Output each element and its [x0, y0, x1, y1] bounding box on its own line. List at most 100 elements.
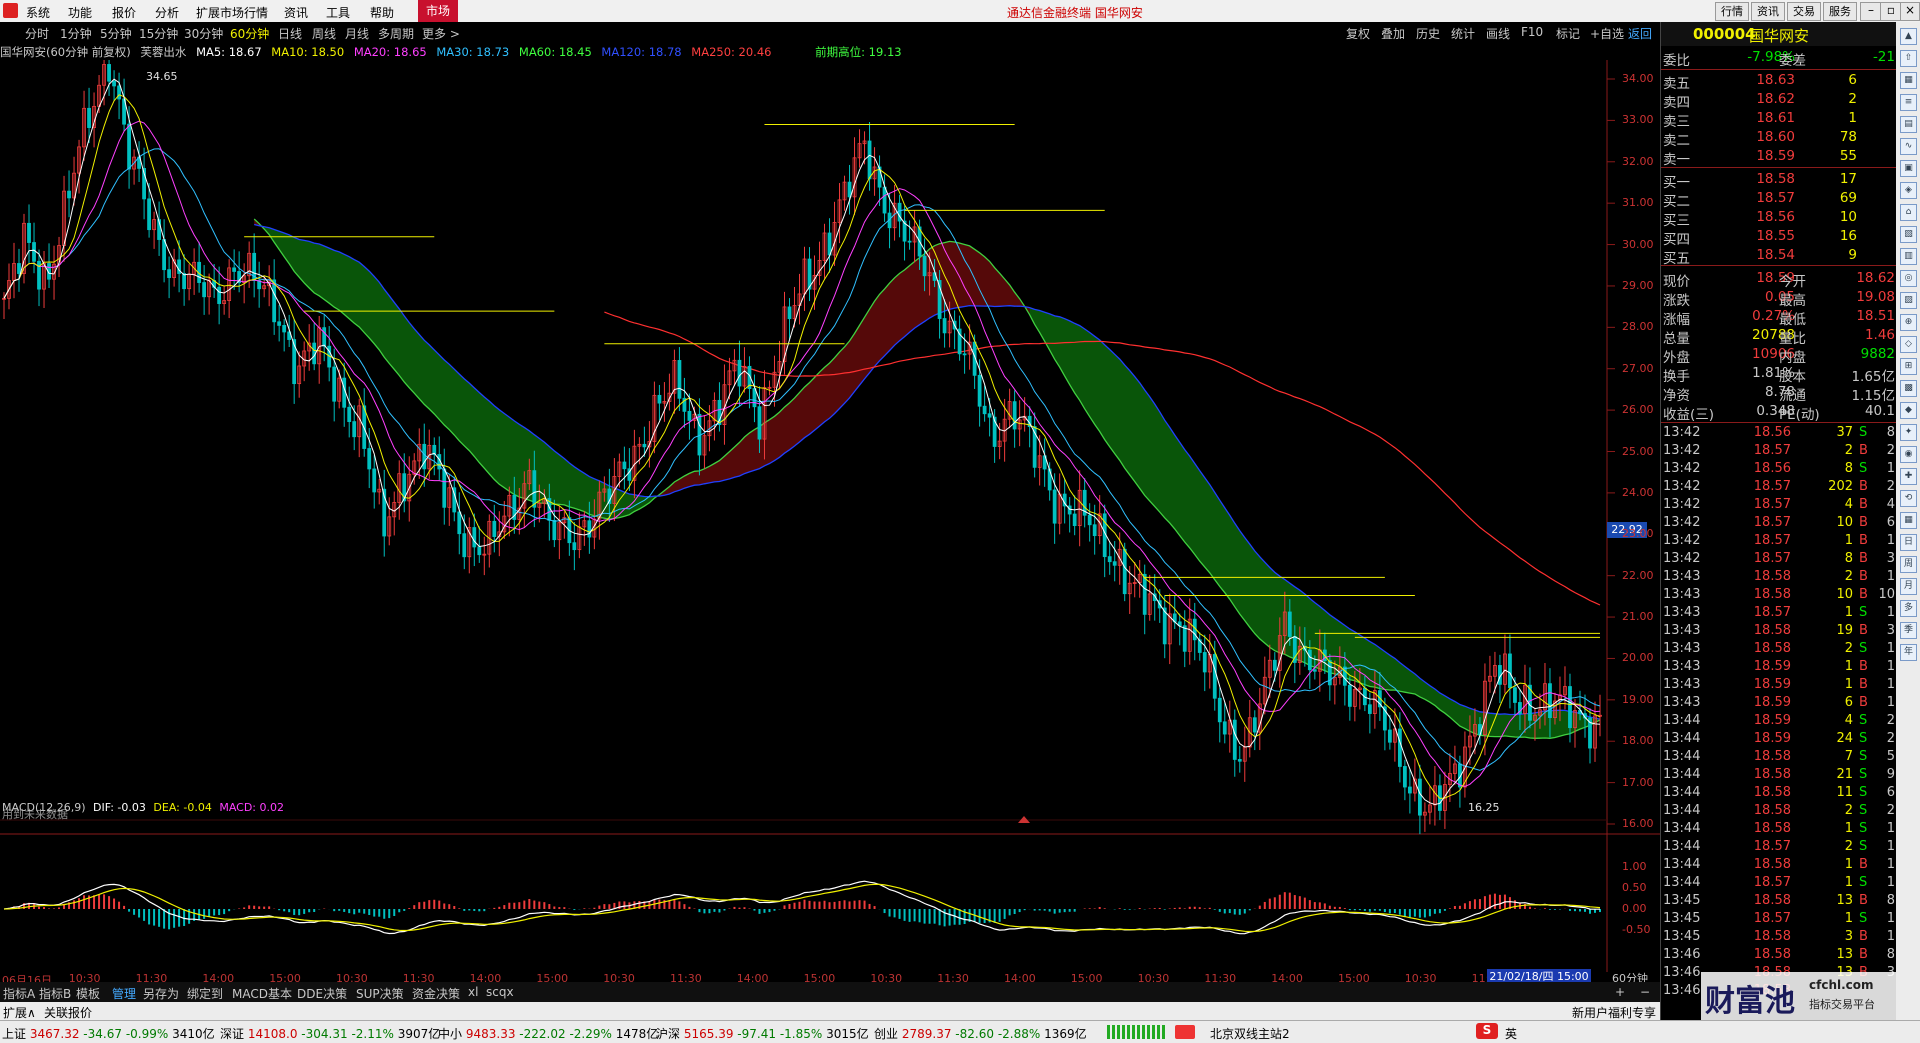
kline-chart[interactable]	[0, 60, 1660, 972]
index-quote[interactable]: 上证 3467.32 -34.67 -0.99% 3410亿	[2, 1025, 215, 1042]
toolbar-tool-icon[interactable]: ◆	[1900, 402, 1917, 419]
toolbar-tool-icon[interactable]: ▧	[1900, 226, 1917, 243]
toolbar-tool-icon[interactable]: ≡	[1900, 94, 1917, 111]
period-more[interactable]: 更多 >	[422, 25, 460, 42]
tab-scqx[interactable]: scqx	[486, 985, 514, 999]
tab-bind-to[interactable]: 绑定到	[187, 985, 223, 1002]
toolbar-tool-icon[interactable]: ▨	[1900, 292, 1917, 309]
bid-row[interactable]: 买二 18.57 69	[1661, 190, 1897, 210]
indicator-name[interactable]: 芙蓉出水	[140, 45, 186, 59]
related-quote-link[interactable]: 关联报价	[44, 1004, 92, 1021]
macd-title[interactable]: MACD(12,26,9)	[2, 801, 86, 814]
tool-restore-rights[interactable]: 复权	[1346, 25, 1370, 42]
ime-mode[interactable]: 英	[1505, 1025, 1517, 1042]
tool-f10[interactable]: F10	[1521, 25, 1543, 39]
index-quote[interactable]: 中小 9483.33 -222.02 -2.29% 1478亿	[438, 1025, 658, 1042]
tab-dde[interactable]: DDE决策	[297, 985, 347, 1002]
tool-history[interactable]: 历史	[1416, 25, 1440, 42]
tool-draw-line[interactable]: 画线	[1486, 25, 1510, 42]
toolbar-tool-icon[interactable]: 日	[1900, 534, 1917, 551]
close-icon[interactable]: ×	[1900, 2, 1920, 21]
toolbar-tool-icon[interactable]: ▩	[1900, 380, 1917, 397]
toolbar-tool-icon[interactable]: ◉	[1900, 446, 1917, 463]
ime-logo-icon[interactable]: S	[1476, 1023, 1498, 1039]
period-60min[interactable]: 60分钟	[230, 25, 269, 42]
market-button[interactable]: 市场	[418, 0, 458, 22]
menu-item-quote[interactable]: 报价	[112, 4, 136, 21]
ask-row[interactable]: 卖五 18.63 6	[1661, 72, 1897, 92]
news-button[interactable]: 资讯	[1751, 2, 1785, 21]
toolbar-tool-icon[interactable]: 季	[1900, 622, 1917, 639]
toolbar-tool-icon[interactable]: ▲	[1900, 28, 1917, 45]
alert-icon[interactable]	[1175, 1025, 1195, 1039]
toolbar-tool-icon[interactable]: ◇	[1900, 336, 1917, 353]
period-week[interactable]: 周线	[312, 25, 336, 42]
toolbar-tool-icon[interactable]: ⊕	[1900, 314, 1917, 331]
tool-statistics[interactable]: 统计	[1451, 25, 1475, 42]
menu-item-help[interactable]: 帮助	[370, 4, 394, 21]
toolbar-tool-icon[interactable]: ∿	[1900, 138, 1917, 155]
period-timeshare[interactable]: 分时	[25, 25, 49, 42]
toolbar-tool-icon[interactable]: ▤	[1900, 116, 1917, 133]
bid-row[interactable]: 买一 18.58 17	[1661, 171, 1897, 191]
toolbar-tool-icon[interactable]: ▦	[1900, 512, 1917, 529]
toolbar-tool-icon[interactable]: ◎	[1900, 270, 1917, 287]
server-name[interactable]: 北京双线主站2	[1210, 1025, 1290, 1042]
tool-mark[interactable]: 标记	[1556, 25, 1580, 42]
zoom-in-button[interactable]: +	[1615, 985, 1625, 999]
tab-template[interactable]: 模板	[76, 985, 100, 1002]
tab-xl[interactable]: xl	[468, 985, 478, 999]
quote-button[interactable]: 行情	[1715, 2, 1749, 21]
tab-sup[interactable]: SUP决策	[356, 985, 404, 1002]
toolbar-tool-icon[interactable]: 多	[1900, 600, 1917, 617]
tool-back[interactable]: 返回	[1628, 25, 1652, 42]
toolbar-tool-icon[interactable]: 周	[1900, 556, 1917, 573]
menu-item-news[interactable]: 资讯	[284, 4, 308, 21]
toolbar-tool-icon[interactable]: 月	[1900, 578, 1917, 595]
trade-button[interactable]: 交易	[1787, 2, 1821, 21]
period-month[interactable]: 月线	[345, 25, 369, 42]
toolbar-tool-icon[interactable]: ▦	[1900, 72, 1917, 89]
menu-item-function[interactable]: 功能	[68, 4, 92, 21]
zoom-out-button[interactable]: −	[1640, 985, 1650, 999]
period-15min[interactable]: 15分钟	[139, 25, 178, 42]
bid-row[interactable]: 买五 18.54 9	[1661, 247, 1897, 267]
toolbar-tool-icon[interactable]: ⟲	[1900, 490, 1917, 507]
ask-row[interactable]: 卖一 18.59 55	[1661, 148, 1897, 168]
minimize-icon[interactable]: –	[1860, 2, 1882, 21]
menu-item-tools[interactable]: 工具	[326, 4, 350, 21]
menu-item-system[interactable]: 系统	[26, 4, 50, 21]
tool-overlay[interactable]: 叠加	[1381, 25, 1405, 42]
toolbar-tool-icon[interactable]: 年	[1900, 644, 1917, 661]
menu-item-extended-market[interactable]: 扩展市场行情	[196, 4, 268, 21]
tab-indicator-a[interactable]: 指标A	[3, 985, 35, 1002]
index-quote[interactable]: 深证 14108.0 -304.31 -2.11% 3907亿	[220, 1025, 440, 1042]
maximize-icon[interactable]: ▫	[1880, 2, 1902, 21]
toolbar-tool-icon[interactable]: ✚	[1900, 468, 1917, 485]
toolbar-tool-icon[interactable]: ⇧	[1900, 50, 1917, 67]
expand-toggle[interactable]: 扩展∧	[3, 1004, 36, 1021]
menu-item-analysis[interactable]: 分析	[155, 4, 179, 21]
period-1min[interactable]: 1分钟	[60, 25, 92, 42]
tool-add-watchlist[interactable]: +自选	[1590, 25, 1624, 42]
ask-row[interactable]: 卖二 18.60 78	[1661, 129, 1897, 149]
toolbar-tool-icon[interactable]: ✦	[1900, 424, 1917, 441]
ask-row[interactable]: 卖四 18.62 2	[1661, 91, 1897, 111]
toolbar-tool-icon[interactable]: ▥	[1900, 248, 1917, 265]
period-day[interactable]: 日线	[278, 25, 302, 42]
service-button[interactable]: 服务	[1823, 2, 1857, 21]
tab-indicator-b[interactable]: 指标B	[39, 985, 71, 1002]
period-multi[interactable]: 多周期	[378, 25, 414, 42]
tab-save-as[interactable]: 另存为	[143, 985, 179, 1002]
toolbar-tool-icon[interactable]: ⌂	[1900, 204, 1917, 221]
bid-row[interactable]: 买四 18.55 16	[1661, 228, 1897, 248]
new-user-notice[interactable]: 新用户福利专享	[1572, 1004, 1656, 1021]
index-quote[interactable]: 沪深 5165.39 -97.41 -1.85% 3015亿	[656, 1025, 869, 1042]
period-30min[interactable]: 30分钟	[184, 25, 223, 42]
bid-row[interactable]: 买三 18.56 10	[1661, 209, 1897, 229]
ask-row[interactable]: 卖三 18.61 1	[1661, 110, 1897, 130]
tab-fund[interactable]: 资金决策	[412, 985, 460, 1002]
toolbar-tool-icon[interactable]: ⊞	[1900, 358, 1917, 375]
toolbar-tool-icon[interactable]: ▣	[1900, 160, 1917, 177]
period-5min[interactable]: 5分钟	[100, 25, 132, 42]
